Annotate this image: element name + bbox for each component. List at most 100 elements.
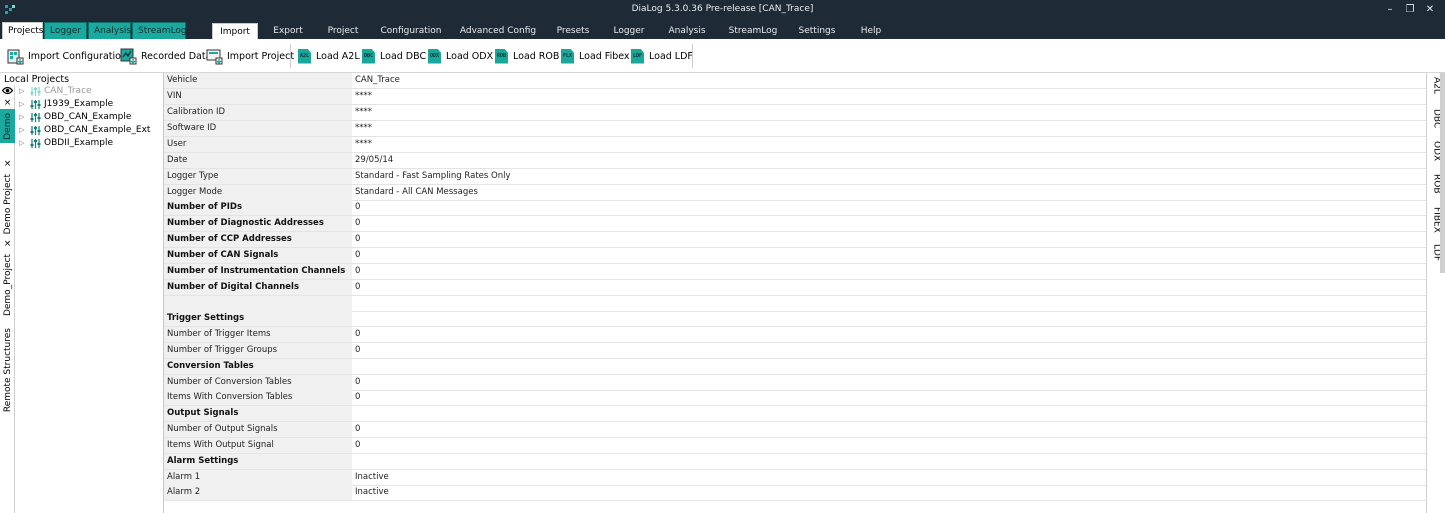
table-row[interactable]: Number of Output Signals 0 <box>164 422 1426 438</box>
table-row[interactable]: Software ID **** <box>164 121 1426 137</box>
eye-icon[interactable] <box>2 86 13 95</box>
table-row[interactable]: Logger Type Standard - Fast Sampling Rate… <box>164 169 1426 185</box>
property-key: Number of Output Signals <box>164 422 352 437</box>
table-row[interactable]: Number of Instrumentation Channels 0 <box>164 264 1426 280</box>
menu-tab-help[interactable]: Help <box>854 23 888 39</box>
load-dbc-button[interactable]: DBC Load DBC <box>362 47 426 65</box>
table-row[interactable]: Number of Conversion Tables 0 <box>164 375 1426 391</box>
table-row[interactable]: Alarm 1 Inactive <box>164 470 1426 486</box>
recorded-data-icon <box>120 48 137 64</box>
vtab-demo[interactable]: Demo <box>0 109 15 143</box>
tree-item-j1939-example[interactable]: ▷ J1939_Example <box>19 98 113 110</box>
vertical-scrollbar[interactable] <box>1440 73 1445 273</box>
table-row[interactable]: Calibration ID **** <box>164 105 1426 121</box>
table-row[interactable]: User **** <box>164 137 1426 153</box>
table-row[interactable]: Vehicle CAN_Trace <box>164 73 1426 89</box>
project-sliders-icon <box>30 125 41 135</box>
table-row[interactable]: Alarm Settings <box>164 454 1426 470</box>
menu-tab-streamlog[interactable]: StreamLog <box>726 23 780 39</box>
project-properties-table: Vehicle CAN_Trace VIN **** Calibration ID *… <box>164 73 1426 513</box>
main-tab-bar: Projects Logger Analysis StreamLog Impor… <box>0 21 1445 39</box>
table-row[interactable]: Items With Output Signal 0 <box>164 438 1426 454</box>
tree-item-can-trace[interactable]: ▷ CAN_Trace <box>19 85 92 97</box>
close-demo-project-tab-icon[interactable]: × <box>3 160 12 169</box>
load-odx-button[interactable]: ODX Load ODX <box>428 47 493 65</box>
load-ldf-button[interactable]: LDF Load LDF <box>631 47 693 65</box>
table-row[interactable]: Number of Diagnostic Addresses 0 <box>164 216 1426 232</box>
close-demo-project-underscore-tab-icon[interactable]: × <box>3 240 12 249</box>
app-window: DiaLog 5.3.0.36 Pre-release [CAN_Trace] … <box>0 0 1445 513</box>
tab-logger[interactable]: Logger <box>44 22 87 39</box>
property-key: Conversion Tables <box>164 359 352 374</box>
recorded-data-button[interactable]: Recorded Data <box>120 47 211 65</box>
load-a2l-button[interactable]: A2L Load A2L <box>298 47 360 65</box>
property-value: 0 <box>355 424 361 434</box>
property-key: Alarm Settings <box>164 454 352 469</box>
table-row[interactable]: Number of CAN Signals 0 <box>164 248 1426 264</box>
property-key: Logger Type <box>164 169 352 184</box>
tree-item-obd-can-example-ext[interactable]: ▷ OBD_CAN_Example_Ext <box>19 124 150 136</box>
property-value: CAN_Trace <box>355 75 400 85</box>
rob-file-icon: ROB <box>495 48 508 64</box>
project-sliders-icon <box>30 112 41 122</box>
property-key: Number of CCP Addresses <box>164 232 352 247</box>
recorded-data-label: Recorded Data <box>141 50 212 62</box>
expand-arrow-icon[interactable]: ▷ <box>19 126 27 134</box>
table-row[interactable]: Number of Trigger Items 0 <box>164 327 1426 343</box>
menu-tab-analysis[interactable]: Analysis <box>664 23 710 39</box>
menu-tab-advanced-config[interactable]: Advanced Config <box>458 23 538 39</box>
close-icon[interactable]: ✕ <box>1423 3 1437 17</box>
tab-projects[interactable]: Projects <box>2 22 43 39</box>
tree-item-obdii-example[interactable]: ▷ OBDII_Example <box>19 137 113 149</box>
vtab-demo-project-underscore[interactable]: Demo_Project <box>0 251 15 319</box>
expand-arrow-icon[interactable]: ▷ <box>19 100 27 108</box>
import-configuration-button[interactable]: Import Configuration <box>7 47 127 65</box>
table-row[interactable]: VIN **** <box>164 89 1426 105</box>
table-row[interactable]: Number of PIDs 0 <box>164 200 1426 216</box>
load-rob-button[interactable]: ROB Load ROB <box>495 47 559 65</box>
import-project-button[interactable]: Import Project <box>206 47 294 65</box>
title-bar: DiaLog 5.3.0.36 Pre-release [CAN_Trace] … <box>0 0 1445 21</box>
table-row[interactable]: Number of Digital Channels 0 <box>164 280 1426 296</box>
load-a2l-label: Load A2L <box>316 50 360 62</box>
property-key: Number of Conversion Tables <box>164 375 352 390</box>
table-row[interactable]: Conversion Tables <box>164 359 1426 375</box>
load-odx-label: Load ODX <box>446 50 494 62</box>
table-row[interactable]: Trigger Settings <box>164 311 1426 327</box>
table-row[interactable]: Alarm 2 Inactive <box>164 485 1426 501</box>
tab-analysis[interactable]: Analysis <box>88 22 131 39</box>
vtab-remote-structures[interactable]: Remote Structures <box>0 325 15 415</box>
load-fibex-button[interactable]: FLX Load Fibex <box>561 47 630 65</box>
table-row[interactable]: Number of CCP Addresses 0 <box>164 232 1426 248</box>
table-row[interactable]: Items With Conversion Tables 0 <box>164 390 1426 406</box>
menu-tab-project[interactable]: Project <box>320 23 366 39</box>
menu-tab-export[interactable]: Export <box>266 23 310 39</box>
restore-icon[interactable]: ❐ <box>1403 3 1417 17</box>
project-sliders-icon <box>30 138 41 148</box>
close-demo-tab-icon[interactable]: × <box>3 99 12 108</box>
property-value: 0 <box>355 329 361 339</box>
import-configuration-icon <box>7 49 24 64</box>
property-key: Number of Trigger Items <box>164 327 352 342</box>
table-row[interactable] <box>164 296 1426 312</box>
property-value: 0 <box>355 282 361 292</box>
menu-tab-configuration[interactable]: Configuration <box>378 23 444 39</box>
expand-arrow-icon[interactable]: ▷ <box>19 139 27 147</box>
table-row[interactable]: Date 29/05/14 <box>164 153 1426 169</box>
menu-tab-logger[interactable]: Logger <box>608 23 650 39</box>
table-row[interactable]: Logger Mode Standard - All CAN Messages <box>164 185 1426 201</box>
tree-item-obd-can-example[interactable]: ▷ OBD_CAN_Example <box>19 111 131 123</box>
expand-arrow-icon[interactable]: ▷ <box>19 113 27 121</box>
tab-streamlog[interactable]: StreamLog <box>132 22 187 39</box>
table-row[interactable]: Output Signals <box>164 406 1426 422</box>
expand-arrow-icon[interactable]: ▷ <box>19 87 27 95</box>
table-row[interactable]: Number of Trigger Groups 0 <box>164 343 1426 359</box>
local-projects-panel: Local Projects × Demo × Demo Project × D… <box>0 73 164 513</box>
import-ribbon: Import Configuration Recorded Data Impor… <box>0 39 1445 73</box>
property-value: Standard - All CAN Messages <box>355 187 478 197</box>
menu-tab-settings[interactable]: Settings <box>794 23 840 39</box>
minimize-icon[interactable]: – <box>1383 3 1397 17</box>
menu-tab-presets[interactable]: Presets <box>552 23 594 39</box>
vtab-demo-project[interactable]: Demo Project <box>0 171 15 237</box>
menu-tab-import[interactable]: Import <box>212 23 258 39</box>
